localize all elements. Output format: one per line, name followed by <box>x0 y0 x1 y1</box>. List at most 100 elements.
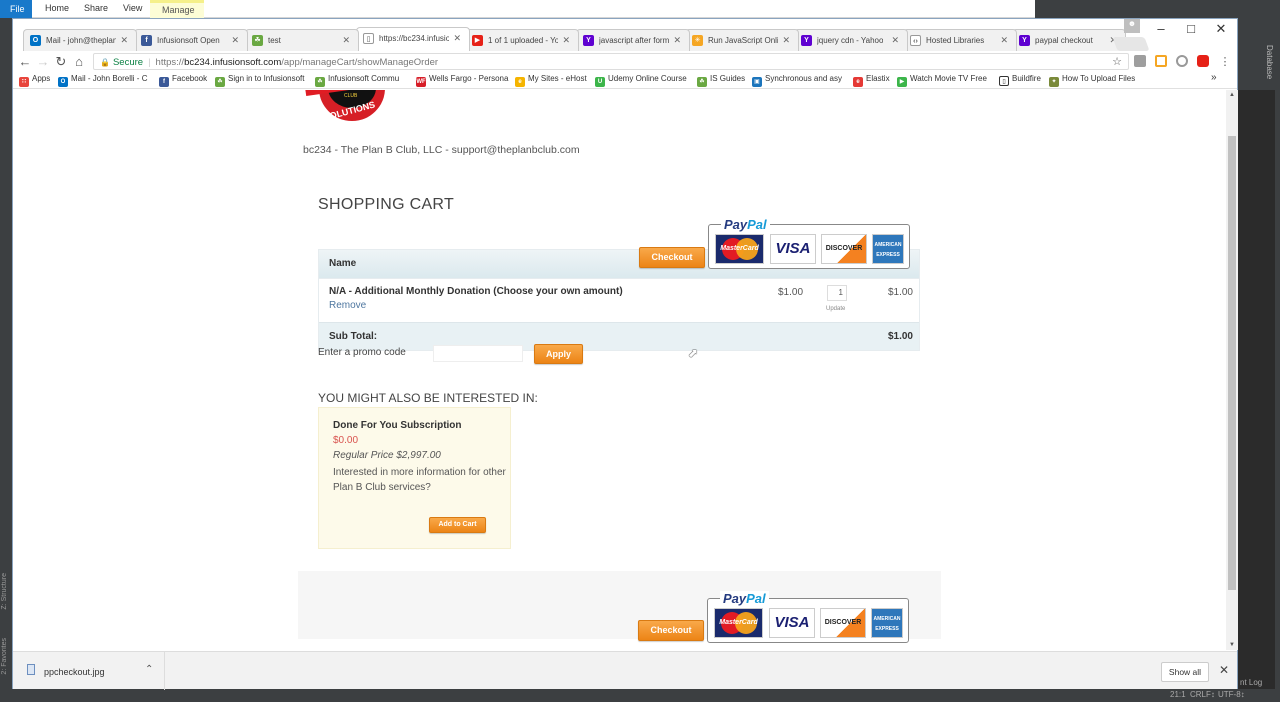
back-button[interactable]: ← <box>17 54 33 70</box>
browser-tab[interactable]: ‹› Hosted Libraries ✕ <box>903 29 1017 51</box>
close-tab-icon[interactable]: ✕ <box>342 35 350 46</box>
extension-gray-icon[interactable] <box>1134 55 1146 67</box>
bookmark-item[interactable]: ☘ Infusionsoft Commu <box>315 74 399 87</box>
extension-capture-icon[interactable] <box>1155 55 1167 67</box>
forward-button[interactable]: → <box>35 54 51 70</box>
ide-structure-tab[interactable]: Z: Structure <box>1 573 8 610</box>
bookmarks-bar: » ∷ Apps O Mail - John Borelli - C f Facebook… <box>13 71 1237 89</box>
bookmark-item[interactable]: e Elastix <box>853 74 890 87</box>
bookmark-item[interactable]: f Facebook <box>159 74 207 87</box>
tab-title: Run JavaScript Online <box>708 36 778 45</box>
bookmark-blue-icon: ▣ <box>752 77 762 87</box>
new-tab-button[interactable] <box>1112 37 1150 51</box>
browser-tab[interactable]: f Infusionsoft Open ✕ <box>134 29 248 51</box>
close-tab-icon[interactable]: ✕ <box>231 35 239 46</box>
ehost-icon: e <box>515 77 525 87</box>
reload-button[interactable]: ↻ <box>53 54 69 70</box>
paypal-cards-badge-bottom[interactable]: PayPal MasterCard VISA DISCOVER AMERICAN… <box>707 591 909 643</box>
browser-tab[interactable]: ☘ test ✕ <box>245 29 359 51</box>
bookmark-item[interactable]: ∷ Apps <box>19 74 50 87</box>
bookmark-label: Wells Fargo - Persona <box>429 74 509 83</box>
bookmark-item[interactable]: O Mail - John Borelli - C <box>58 74 147 87</box>
checkout-button-bottom[interactable]: Checkout <box>638 620 704 641</box>
code-icon: ‹› <box>910 35 921 46</box>
ide-database-tab[interactable]: Database <box>1265 45 1274 79</box>
browser-tab[interactable]: ▶ 1 of 1 uploaded - YouTube ✕ <box>465 29 579 51</box>
close-tab-icon[interactable]: ✕ <box>1000 35 1008 46</box>
close-tab-icon[interactable]: ✕ <box>562 35 570 46</box>
bookmark-star-icon[interactable]: ☆ <box>1112 55 1122 68</box>
extension-chrome-cast-icon[interactable] <box>1176 55 1188 67</box>
address-bar[interactable]: 🔒 Secure | https://bc234.infusionsoft.com/a… <box>93 53 1129 70</box>
plan-b-logo: PLAN B CLUB SOLUTIONS <box>302 90 394 123</box>
browser-tab[interactable]: Ypaypal checkout✕ <box>1012 29 1126 51</box>
tab-title: Hosted Libraries <box>926 36 985 45</box>
bookmark-item[interactable]: ▣ Synchronous and asy <box>752 74 842 87</box>
extension-youtube-icon[interactable] <box>1197 55 1209 67</box>
page-scrollbar[interactable]: ▲ ▼ <box>1226 90 1238 650</box>
minimize-button[interactable]: – <box>1146 21 1176 36</box>
scrollbar-thumb[interactable] <box>1228 136 1236 590</box>
amex-icon: AMERICAN EXPRESS <box>871 608 903 638</box>
paypal-cards-badge[interactable]: PayPal MasterCard VISA DISCOVER AMERICAN… <box>708 217 910 269</box>
bookmark-item[interactable]: ✦ How To Upload Files <box>1049 74 1135 87</box>
chevron-up-icon[interactable]: ⌃ <box>145 664 153 675</box>
maximize-button[interactable]: □ <box>1176 21 1206 36</box>
ide-editor-area <box>1235 90 1275 690</box>
tab-title: Mail - john@theplanbclub <box>46 36 116 45</box>
add-to-cart-button[interactable]: Add to Cart <box>429 517 486 533</box>
profile-icon[interactable]: ☻ <box>1124 19 1140 33</box>
discover-icon: DISCOVER <box>820 608 866 638</box>
browser-tab[interactable]: ▯ https://bc234.infusionsoft ✕ <box>356 27 470 51</box>
remove-item-link[interactable]: Remove <box>329 300 366 311</box>
bookmark-item[interactable]: e My Sites - eHost <box>515 74 587 87</box>
facebook-icon: f <box>159 77 169 87</box>
ribbon-tab-manage[interactable]: Manage <box>150 0 204 18</box>
ide-encoding[interactable]: UTF-8↕ <box>1218 690 1245 699</box>
ribbon-tab-home[interactable]: Home <box>45 3 69 13</box>
download-item[interactable]: ppcheckout.jpg ⌃ <box>13 652 165 690</box>
bookmark-item[interactable]: ☘ IS Guides <box>697 74 745 87</box>
scroll-down-arrow-icon[interactable]: ▼ <box>1229 642 1235 648</box>
show-all-downloads-button[interactable]: Show all <box>1161 662 1209 682</box>
close-window-button[interactable]: ✕ <box>1206 21 1236 37</box>
bookmark-label: Sign in to Infusionsoft <box>228 74 305 83</box>
checkout-button-top[interactable]: Checkout <box>639 247 705 268</box>
ide-line-ending[interactable]: CRLF↕ <box>1190 690 1215 699</box>
explorer-ribbon: File Home Share View Manage <box>0 0 1035 18</box>
apply-promo-button[interactable]: Apply <box>534 344 583 364</box>
home-button[interactable]: ⌂ <box>71 54 87 70</box>
company-info: bc234 - The Plan B Club, LLC - support@t… <box>303 144 580 156</box>
close-tab-icon[interactable]: ✕ <box>782 35 790 46</box>
chrome-menu-icon[interactable]: ⋮ <box>1217 54 1233 70</box>
bookmarks-overflow-button[interactable]: » <box>1211 72 1217 83</box>
ribbon-tab-file[interactable]: File <box>0 0 32 18</box>
browser-tab[interactable]: Yjavascript after form ✕ <box>576 29 690 51</box>
ribbon-tab-view[interactable]: View <box>123 3 142 13</box>
bookmark-item[interactable]: ▯ Buildfire <box>999 74 1041 86</box>
bookmark-item[interactable]: WF Wells Fargo - Persona <box>416 74 508 87</box>
promo-code-input[interactable] <box>433 345 523 362</box>
ribbon-tab-share[interactable]: Share <box>84 3 108 13</box>
scroll-up-arrow-icon[interactable]: ▲ <box>1229 92 1235 98</box>
ide-favorites-tab[interactable]: 2: Favorites <box>1 638 8 675</box>
browser-tab[interactable]: ✳ Run JavaScript Online ✕ <box>685 29 799 51</box>
tab-title: jquery cdn - Yahoo <box>817 36 884 45</box>
close-tab-icon[interactable]: ✕ <box>453 33 461 44</box>
close-tab-icon[interactable]: ✕ <box>673 35 681 46</box>
ide-event-log[interactable]: nt Log <box>1240 678 1262 687</box>
cart-item-price: $1.00 <box>778 287 804 298</box>
bookmark-label: IS Guides <box>710 74 746 83</box>
yahoo-icon: Y <box>1019 35 1030 46</box>
close-tab-icon[interactable]: ✕ <box>891 35 899 46</box>
bookmark-item[interactable]: ▶ Watch Movie TV Free <box>897 74 987 87</box>
close-tab-icon[interactable]: ✕ <box>120 35 128 46</box>
bookmark-item[interactable]: ☘ Sign in to Infusionsoft <box>215 74 305 87</box>
browser-tab[interactable]: O Mail - john@theplanbclub ✕ <box>23 29 137 51</box>
bookmark-item[interactable]: U Udemy Online Course <box>595 74 687 87</box>
quantity-input[interactable]: 1 <box>827 285 847 301</box>
update-quantity-link[interactable]: Update <box>826 306 845 312</box>
browser-tab[interactable]: Yjquery cdn - Yahoo ✕ <box>794 29 908 51</box>
close-download-bar-icon[interactable]: ✕ <box>1219 663 1229 677</box>
mastercard-icon: MasterCard <box>715 234 764 264</box>
